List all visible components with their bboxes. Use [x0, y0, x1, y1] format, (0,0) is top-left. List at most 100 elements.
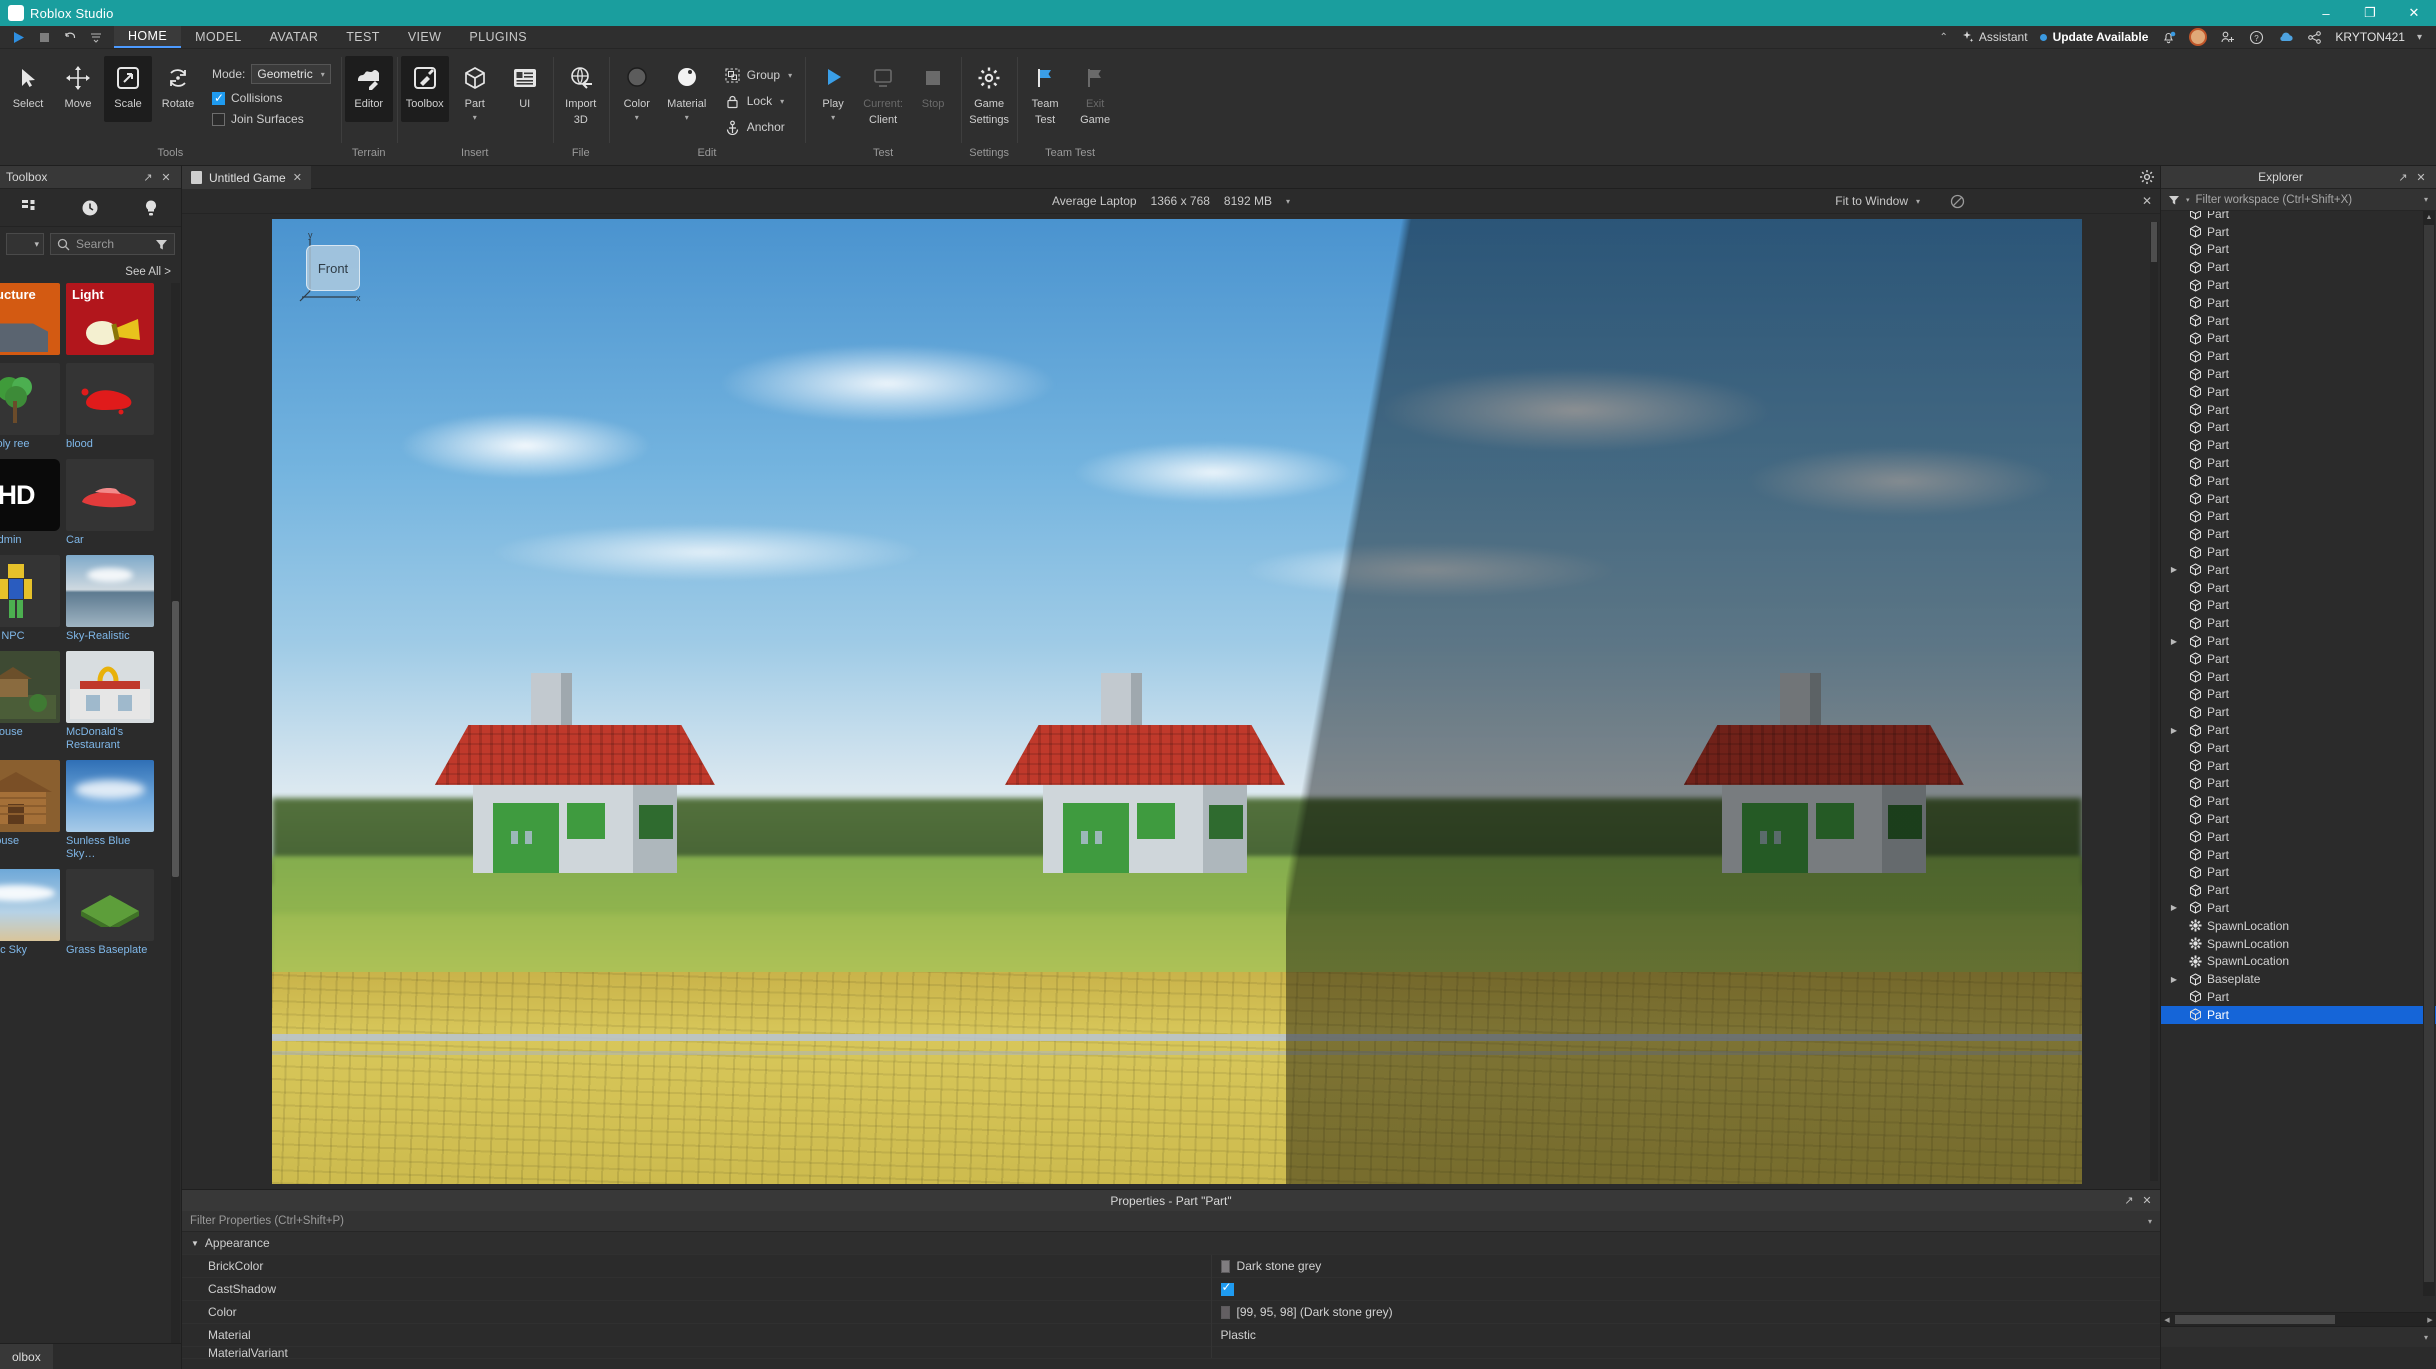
fit-to-window-group[interactable]: Fit to Window ▾ — [1835, 194, 1920, 208]
list-item[interactable]: Sky-Realistic — [66, 555, 154, 643]
explorer-row[interactable]: ▶ Part — [2161, 419, 2436, 437]
scroll-right-arrow-icon[interactable]: ▶ — [2424, 1316, 2436, 1324]
explorer-row[interactable]: ▶ Part — [2161, 347, 2436, 365]
explorer-popout-button[interactable]: ↗ — [2394, 168, 2412, 186]
explorer-row[interactable]: ▶ SpawnLocation — [2161, 917, 2436, 935]
import-3d-button[interactable]: Import 3D — [557, 56, 605, 126]
toolbox-category-dropdown[interactable]: ▾ — [6, 233, 44, 255]
explorer-row[interactable]: ▶ Part — [2161, 721, 2436, 739]
explorer-row[interactable]: ▶ Part — [2161, 525, 2436, 543]
user-menu-caret-icon[interactable]: ▾ — [2417, 32, 2422, 43]
explorer-row-selected[interactable]: ▶ Part — [2161, 1005, 2436, 1024]
quick-access-more-icon[interactable] — [88, 29, 104, 45]
rotate-tool-button[interactable]: Rotate — [154, 56, 202, 122]
house-model-3[interactable] — [1683, 663, 1964, 873]
color-swatch[interactable] — [1220, 1259, 1230, 1273]
list-item[interactable]: McDonald's Restaurant — [66, 651, 154, 752]
add-user-icon[interactable] — [2219, 29, 2236, 46]
play-caret-icon[interactable]: ▾ — [831, 114, 835, 122]
gizmo-face-front[interactable]: Front — [306, 245, 360, 291]
explorer-row[interactable]: ▶ Part — [2161, 401, 2436, 419]
expand-arrow-icon[interactable]: ▶ — [2169, 726, 2179, 735]
group-button[interactable]: Group ▾ — [719, 65, 797, 85]
explorer-row[interactable]: ▶ Part — [2161, 211, 2436, 223]
game-tab-close-icon[interactable]: ✕ — [293, 171, 302, 184]
gear-icon[interactable] — [2134, 166, 2160, 188]
explorer-row[interactable]: ▶ Part — [2161, 881, 2436, 899]
toolbox-scrollbar[interactable] — [171, 283, 180, 1343]
move-tool-button[interactable]: Move — [54, 56, 102, 122]
exit-game-button[interactable]: Exit Game — [1071, 56, 1119, 126]
explorer-row[interactable]: ▶ Part — [2161, 436, 2436, 454]
undo-icon[interactable] — [62, 29, 78, 45]
castshadow-checkbox[interactable] — [1220, 1280, 1234, 1296]
viewport-bar-close-icon[interactable]: ✕ — [2142, 194, 2152, 208]
list-item[interactable]: Structure — [0, 283, 60, 355]
toolbox-bottom-tab[interactable]: olbox — [0, 1343, 53, 1369]
property-value[interactable]: Dark stone grey — [1210, 1254, 2160, 1278]
explorer-row[interactable]: ▶ Part — [2161, 828, 2436, 846]
explorer-row[interactable]: ▶ Part — [2161, 472, 2436, 490]
explorer-row[interactable]: ▶ Part — [2161, 650, 2436, 668]
explorer-row[interactable]: ▶ Part — [2161, 632, 2436, 650]
explorer-row[interactable]: ▶ Part — [2161, 490, 2436, 508]
house-model-2[interactable] — [1005, 663, 1286, 873]
avatar[interactable] — [2189, 28, 2208, 46]
camera-orientation-gizmo[interactable]: Front y x — [294, 230, 374, 311]
explorer-row[interactable]: ▶ Part — [2161, 775, 2436, 793]
explorer-row[interactable]: ▶ Part — [2161, 543, 2436, 561]
properties-close-button[interactable]: ✕ — [2138, 1192, 2156, 1210]
stop-button[interactable]: Stop — [909, 56, 957, 122]
property-row-castshadow[interactable]: CastShadow — [182, 1277, 2160, 1301]
part-caret-icon[interactable]: ▾ — [473, 114, 477, 122]
list-item[interactable]: Light — [66, 283, 154, 355]
explorer-row[interactable]: ▶ Part — [2161, 614, 2436, 632]
funnel-caret-icon[interactable]: ▾ — [2186, 196, 2190, 204]
lock-caret-icon[interactable]: ▾ — [780, 97, 784, 106]
color-caret-icon[interactable]: ▾ — [635, 114, 639, 122]
team-test-button[interactable]: Team Test — [1021, 56, 1069, 126]
material-button[interactable]: Material ▾ — [663, 56, 711, 122]
material-caret-icon[interactable]: ▾ — [685, 114, 689, 122]
property-value[interactable]: Plastic — [1210, 1323, 2160, 1347]
viewport-scrollbar-thumb[interactable] — [2151, 222, 2157, 262]
lock-button[interactable]: Lock ▾ — [719, 91, 797, 111]
property-value[interactable] — [1210, 1277, 2160, 1301]
explorer-row[interactable]: ▶ Part — [2161, 668, 2436, 686]
clock-icon[interactable] — [77, 195, 103, 221]
explorer-row[interactable]: ▶ Part — [2161, 241, 2436, 259]
explorer-filter-input[interactable]: ▾ Filter workspace (Ctrl+Shift+X) ▾ — [2161, 189, 2436, 211]
device-label[interactable]: Average Laptop — [1052, 194, 1137, 208]
property-row-brickcolor[interactable]: BrickColor Dark stone grey — [182, 1254, 2160, 1278]
property-row-material[interactable]: Material Plastic — [182, 1323, 2160, 1347]
properties-popout-button[interactable]: ↗ — [2120, 1192, 2138, 1210]
close-button[interactable]: ✕ — [2392, 0, 2436, 26]
join-surfaces-row[interactable]: Join Surfaces — [212, 112, 331, 126]
toolbox-popout-button[interactable]: ↗ — [139, 168, 157, 186]
grid-icon[interactable] — [17, 195, 43, 221]
explorer-hscrollbar-thumb[interactable] — [2175, 1315, 2335, 1324]
play-icon[interactable] — [10, 29, 26, 45]
toolbox-scrollbar-thumb[interactable] — [172, 601, 179, 877]
select-tool-button[interactable]: Select — [4, 56, 52, 122]
explorer-bottom-caret-icon[interactable]: ▾ — [2424, 1333, 2428, 1342]
house-model-1[interactable] — [434, 663, 715, 873]
minimize-button[interactable]: – — [2304, 0, 2348, 26]
explorer-row[interactable]: ▶ Baseplate — [2161, 970, 2436, 988]
tab-home[interactable]: HOME — [114, 26, 182, 48]
play-button[interactable]: Play ▾ — [809, 56, 857, 122]
list-item[interactable]: Car — [66, 459, 154, 547]
collapse-ribbon-icon[interactable]: ⌃ — [1939, 32, 1947, 43]
toolbox-search-input[interactable]: Search — [50, 233, 175, 255]
tab-avatar[interactable]: AVATAR — [256, 26, 333, 48]
list-item[interactable]: ow Poly ree — [0, 363, 60, 451]
explorer-row[interactable]: ▶ Part — [2161, 757, 2436, 775]
explorer-row[interactable]: ▶ Part — [2161, 792, 2436, 810]
tab-test[interactable]: TEST — [332, 26, 394, 48]
explorer-row[interactable]: ▶ Part — [2161, 899, 2436, 917]
property-row-materialvariant[interactable]: MaterialVariant — [182, 1347, 2160, 1359]
explorer-row[interactable]: ▶ Part — [2161, 739, 2436, 757]
toolbox-items-grid[interactable]: Structure Light — [0, 283, 181, 1343]
explorer-row[interactable]: ▶ Part — [2161, 312, 2436, 330]
funnel-icon[interactable] — [2168, 194, 2180, 206]
